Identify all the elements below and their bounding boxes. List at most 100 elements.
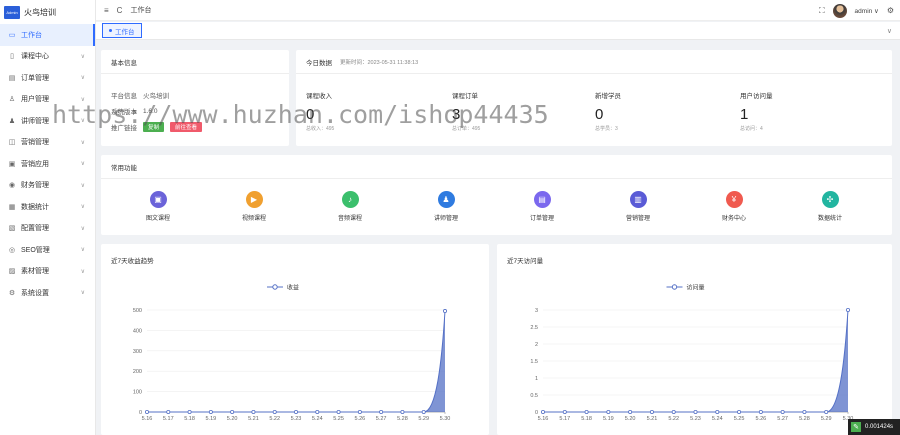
logo-badge: Admin xyxy=(4,5,20,19)
promo-row: 推广链接 复制 前往查看 xyxy=(111,122,203,132)
audio-icon: ♪ xyxy=(341,191,359,208)
x-tick-label: 5.19 xyxy=(603,416,614,422)
order-icon: ▤ xyxy=(533,191,551,208)
shortcuts-card: 常用功能 xyxy=(101,155,892,235)
version-label: 系统版本 xyxy=(111,109,137,116)
chevron-down-icon: ∨ xyxy=(80,118,85,125)
app-icon: ▣ xyxy=(8,160,16,168)
view-button[interactable]: 前往查看 xyxy=(170,122,203,132)
data-point xyxy=(584,409,589,414)
y-tick-label: 3 xyxy=(535,308,538,314)
shortcut-label: 营销管理 xyxy=(625,216,650,222)
x-tick-label: 5.25 xyxy=(734,416,745,422)
sidebar-item-5[interactable]: ◫ 营销管理 ∨ xyxy=(0,132,95,154)
video-icon: ▶ xyxy=(245,191,263,208)
series-area xyxy=(147,311,445,412)
shortcut-0[interactable]: ▣ 图文课程 xyxy=(128,191,188,222)
sidebar-item-4[interactable]: ♟ 讲师管理 ∨ xyxy=(0,110,95,132)
sidebar-item-0[interactable]: ▭ 工作台 xyxy=(0,24,95,46)
data-point xyxy=(208,409,213,414)
sidebar-item-7[interactable]: ◉ 财务管理 ∨ xyxy=(0,175,95,197)
stat-sub: 总订单：495 xyxy=(452,126,481,132)
shortcut-5[interactable]: ▥ 营销管理 xyxy=(608,191,668,222)
x-tick-label: 5.30 xyxy=(440,416,451,422)
shortcut-6[interactable]: ¥ 财务中心 xyxy=(704,191,764,222)
user-icon: ♙ xyxy=(8,96,16,104)
avatar[interactable] xyxy=(832,3,847,18)
data-point xyxy=(230,409,235,414)
menu-toggle-icon[interactable]: ≡ xyxy=(104,6,109,15)
data-point xyxy=(293,409,298,414)
data-point xyxy=(606,409,611,414)
shortcut-7[interactable]: ✣ 数据统计 xyxy=(800,191,860,222)
data-point xyxy=(758,409,763,414)
material-icon: ▨ xyxy=(8,268,16,276)
settings-icon: ⚙ xyxy=(8,289,16,297)
y-tick-label: 400 xyxy=(133,328,142,334)
data-icon: ▦ xyxy=(8,203,16,211)
stat-item: 用户访问量 1 总访问：4 xyxy=(740,90,773,132)
sidebar-item-8[interactable]: ▦ 数据统计 ∨ xyxy=(0,196,95,218)
promo-label: 推广链接 xyxy=(111,125,137,132)
chevron-down-icon: ∨ xyxy=(80,139,85,146)
chevron-down-icon[interactable]: ∨ xyxy=(887,27,892,35)
shortcut-2[interactable]: ♪ 音频课程 xyxy=(320,191,380,222)
stat-sub: 总学员：3 xyxy=(595,126,618,132)
shortcut-label: 讲师管理 xyxy=(433,216,458,222)
x-tick-label: 5.26 xyxy=(354,416,365,422)
x-tick-label: 5.17 xyxy=(559,416,570,422)
chevron-down-icon: ∨ xyxy=(80,290,85,297)
stat-value: 3 xyxy=(452,106,461,123)
sidebar-item-11[interactable]: ▨ 素材管理 ∨ xyxy=(0,261,95,283)
copy-button[interactable]: 复制 xyxy=(143,122,165,132)
shortcut-4[interactable]: ▤ 订单管理 xyxy=(512,191,572,222)
x-tick-label: 5.18 xyxy=(581,416,592,422)
settings-icon[interactable]: ⚙ xyxy=(887,6,894,15)
legend-marker xyxy=(671,284,678,290)
version-row: 系统版本 1.6.0 xyxy=(111,106,157,117)
shortcut-1[interactable]: ▶ 视频课程 xyxy=(224,191,284,222)
stat-item: 课程收入 0 总收入：495 xyxy=(306,90,334,132)
app-title: 火鸟培训 xyxy=(24,7,56,17)
y-tick-label: 1.5 xyxy=(530,359,538,365)
stat-label: 用户访问量 xyxy=(740,93,773,100)
data-point xyxy=(693,409,698,414)
sidebar-item-6[interactable]: ▣ 营销应用 ∨ xyxy=(0,153,95,175)
shortcut-label: 订单管理 xyxy=(529,216,554,222)
sidebar-item-label: SEO管理 xyxy=(21,246,50,254)
y-tick-label: 2 xyxy=(535,342,538,348)
sidebar-item-label: 营销应用 xyxy=(21,160,49,168)
sidebar-menu: ▭ 工作台 ▯ 课程中心 ∨ ▤ 订单管理 ∨ ♙ 用户管理 ∨ ♟ 讲师管理 ∨ ◫ 营销管理 ∨ ▣ 营销应用 ∨… xyxy=(0,24,95,304)
sidebar-item-9[interactable]: ▧ 配置管理 ∨ xyxy=(0,218,95,240)
logo[interactable]: Admin 火鸟培训 xyxy=(0,0,95,24)
sidebar-item-3[interactable]: ♙ 用户管理 ∨ xyxy=(0,89,95,111)
stat-sub: 总访问：4 xyxy=(740,126,763,132)
sidebar-item-2[interactable]: ▤ 订单管理 ∨ xyxy=(0,67,95,89)
teacher-icon: ♟ xyxy=(437,191,455,208)
fullscreen-icon[interactable]: ⛶ xyxy=(819,6,825,16)
shortcut-label: 财务中心 xyxy=(721,216,746,222)
shortcut-label: 视频课程 xyxy=(241,216,266,222)
data-point xyxy=(251,409,256,414)
tab-label: 工作台 xyxy=(115,28,135,36)
x-tick-label: 5.20 xyxy=(227,416,238,422)
tab-dashboard[interactable]: 工作台 xyxy=(102,23,142,38)
image-icon: ▣ xyxy=(149,191,167,208)
breadcrumb: 工作台 xyxy=(130,7,152,14)
chevron-down-icon: ∨ xyxy=(80,268,85,275)
sidebar-item-1[interactable]: ▯ 课程中心 ∨ xyxy=(0,46,95,68)
user-menu[interactable]: admin ∨ xyxy=(855,7,879,15)
stat-value: 0 xyxy=(306,106,315,123)
today-data-card: 今日数据 更新时间：2023-05-31 11:38:13 xyxy=(296,50,892,146)
sidebar-item-12[interactable]: ⚙ 系统设置 ∨ xyxy=(0,282,95,304)
data-point xyxy=(421,409,426,414)
monitor-icon: ▭ xyxy=(8,31,16,39)
x-tick-label: 5.20 xyxy=(625,416,636,422)
marketing-icon: ◫ xyxy=(8,139,16,147)
refresh-icon[interactable]: C xyxy=(117,6,123,15)
shortcut-3[interactable]: ♟ 讲师管理 xyxy=(416,191,476,222)
sidebar-item-10[interactable]: ◎ SEO管理 ∨ xyxy=(0,239,95,261)
data-point xyxy=(780,409,785,414)
finance-icon: ¥ xyxy=(725,191,743,208)
data-point xyxy=(671,409,676,414)
